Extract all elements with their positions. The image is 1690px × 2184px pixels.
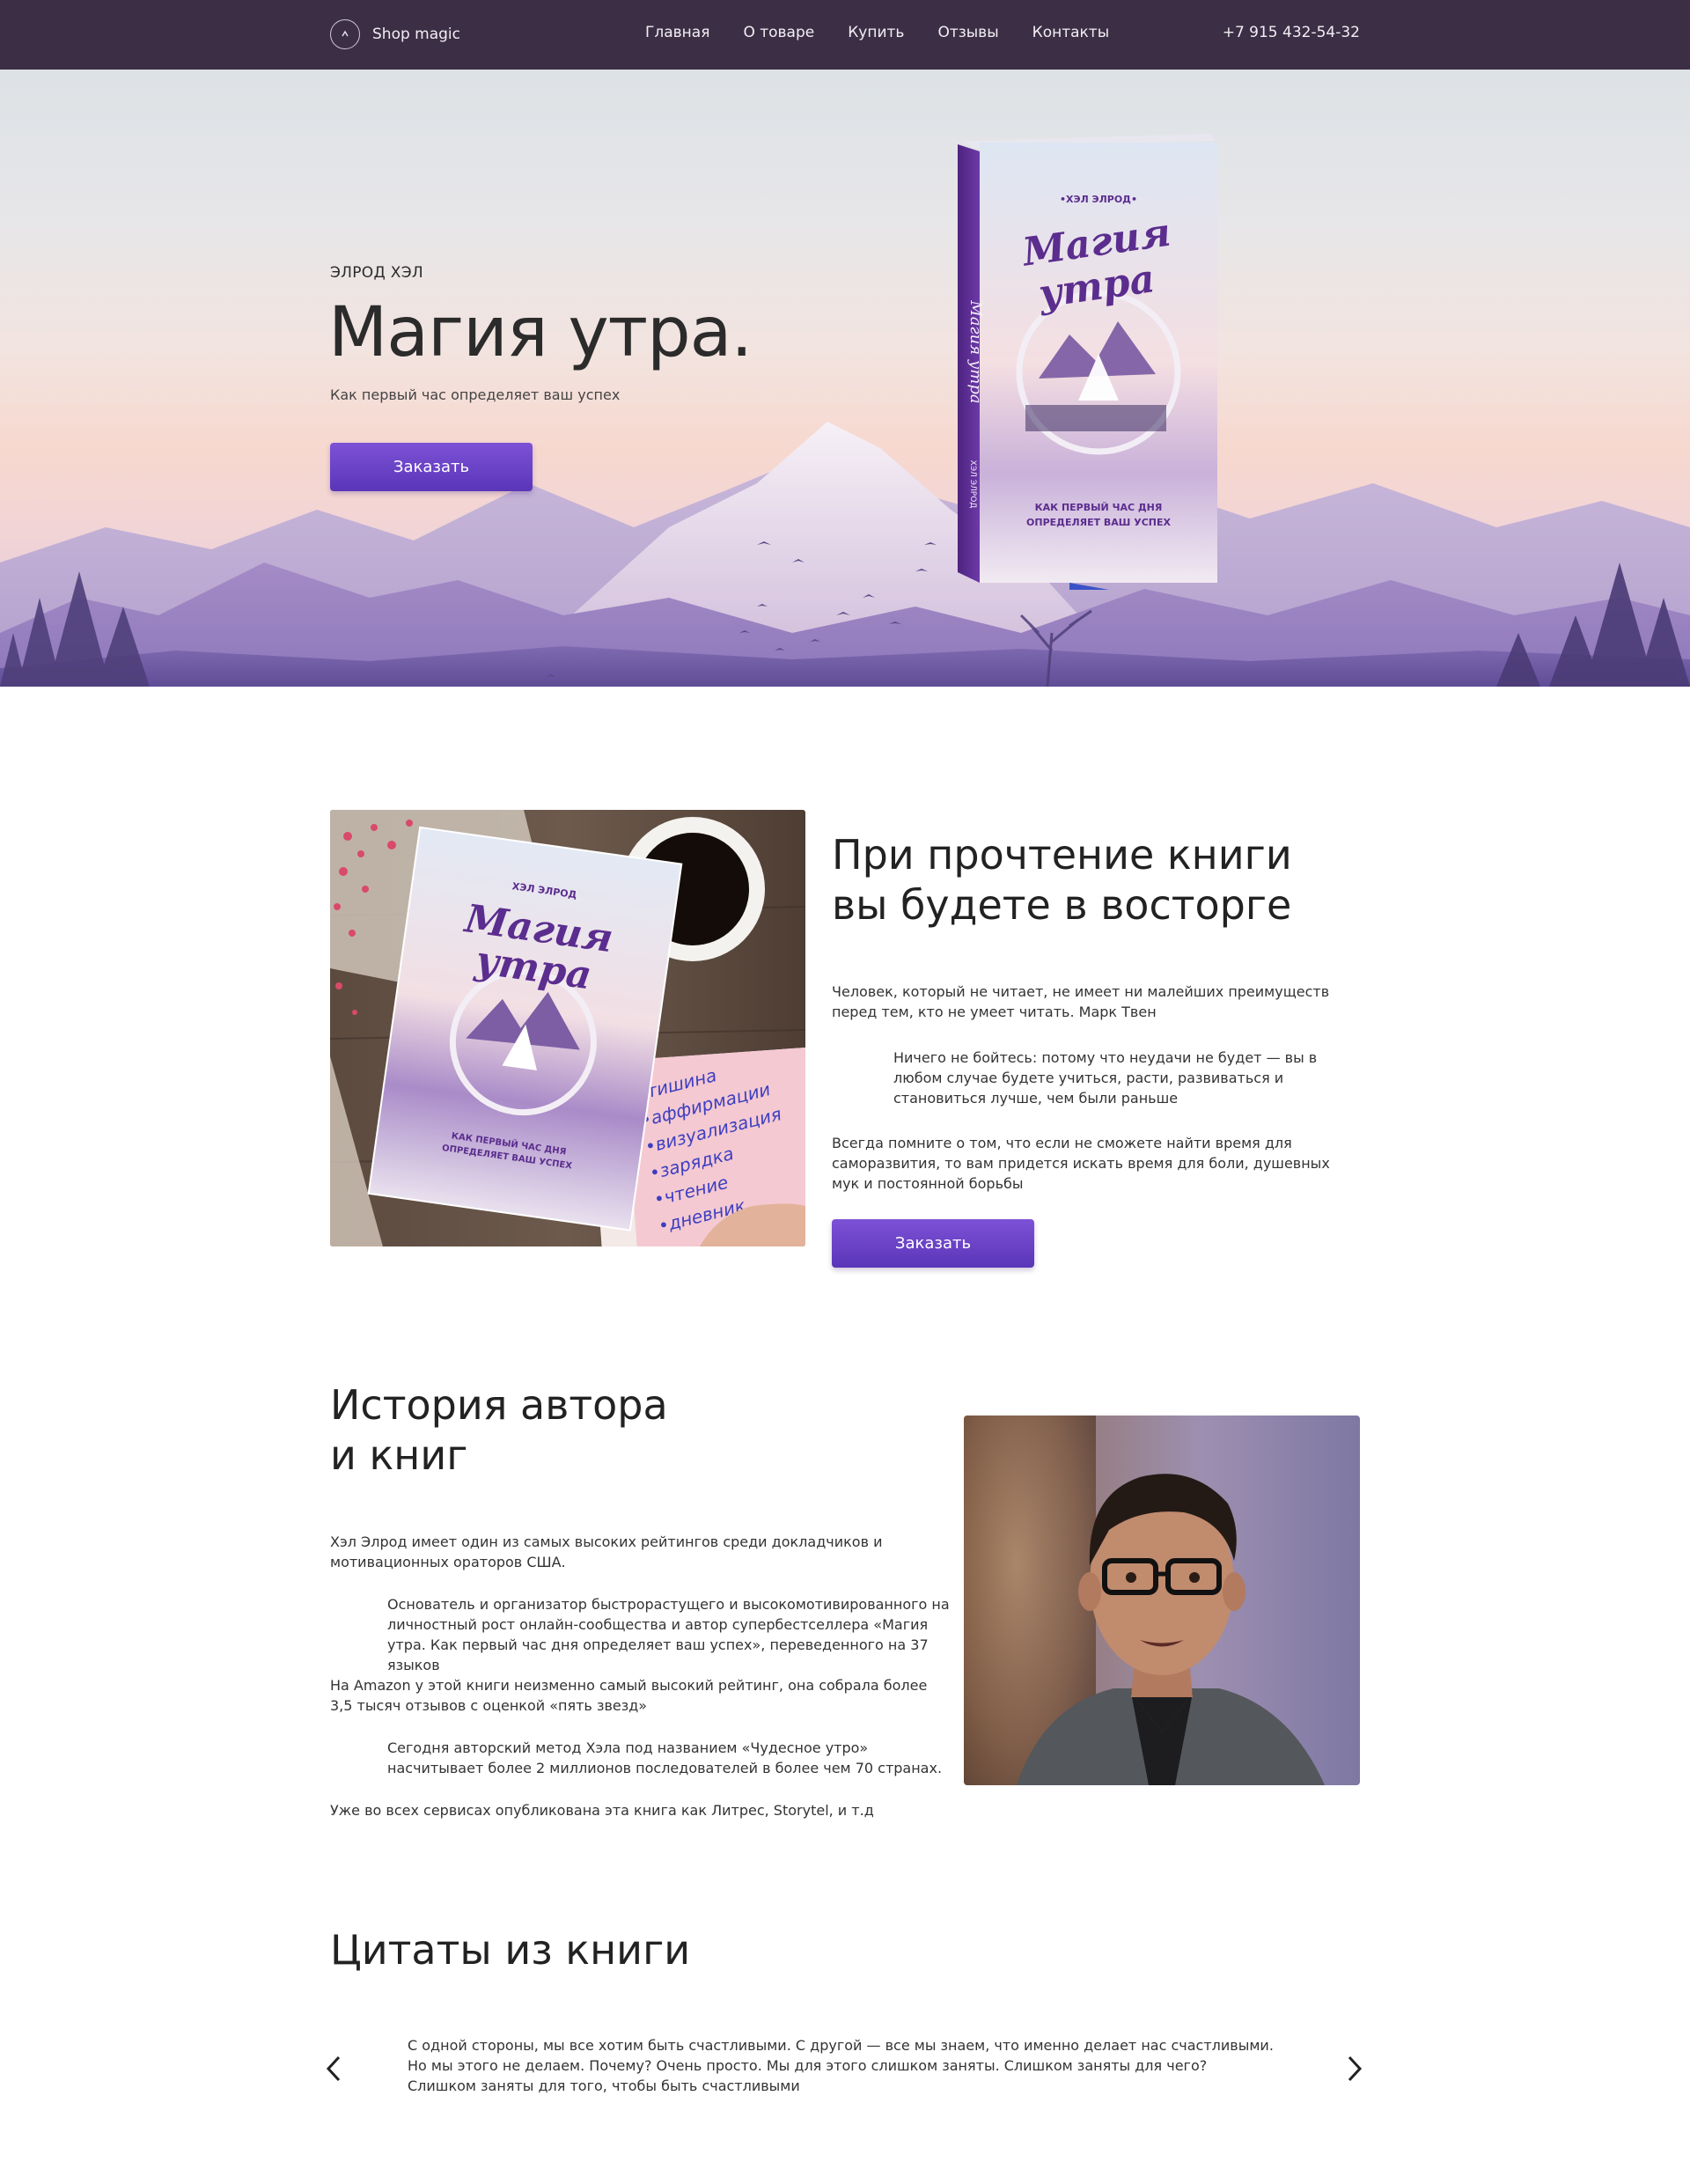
book-cover-author: •ХЭЛ ЭЛРОД•: [1060, 194, 1137, 205]
author-paragraph-4: Сегодня авторский метод Хэла под названи…: [387, 1739, 943, 1776]
hero-order-button[interactable]: Заказать: [330, 443, 533, 491]
hero-book-image: •ХЭЛ ЭЛРОД• Магия утра КАК ПЕРВЫЙ ЧАС ДН…: [958, 134, 1217, 590]
hero-subtitle: Как первый час определяет ваш успех: [330, 386, 621, 403]
hero-section: ЭЛРОД ХЭЛ Магия утра. Как первый час опр…: [0, 70, 1690, 687]
author-paragraph-3: На Amazon у этой книги неизменно самый в…: [330, 1677, 928, 1714]
nav-item-buy[interactable]: Купить: [848, 24, 904, 41]
hero-mountains-illustration: [0, 422, 1690, 687]
author-title-line2: и книг: [330, 1431, 468, 1479]
about-title-line2: вы будете в восторге: [832, 881, 1292, 929]
author-portrait-photo: [964, 1416, 1360, 1785]
main-nav: Главная О товаре Купить Отзывы Контакты: [645, 24, 1109, 41]
quotes-prev-button[interactable]: [321, 2051, 346, 2086]
nav-item-reviews[interactable]: Отзывы: [937, 24, 998, 41]
book-cover-tagline-1: КАК ПЕРВЫЙ ЧАС ДНЯ: [1035, 502, 1163, 513]
about-paragraph-3: Всегда помните о том, что если не сможет…: [832, 1135, 1330, 1192]
quotes-title: Цитаты из книги: [330, 1926, 691, 1974]
logo-icon: [330, 19, 360, 49]
logo[interactable]: Shop magic: [330, 19, 460, 49]
author-title-line1: История автора: [330, 1381, 668, 1429]
about-title: При прочтение книги вы будете в восторге: [832, 830, 1292, 930]
nav-item-about[interactable]: О товаре: [743, 24, 814, 41]
chevron-left-icon: [326, 2055, 341, 2082]
author-paragraph-2: Основатель и организатор быстрорастущего…: [387, 1596, 950, 1673]
quote-text: С одной стороны, мы все хотим быть счаст…: [408, 2037, 1274, 2094]
about-title-line1: При прочтение книги: [832, 831, 1292, 879]
phone-number[interactable]: +7 915 432-54-32: [1223, 24, 1360, 41]
author-paragraph-5: Уже во всех сервисах опубликована эта кн…: [330, 1802, 874, 1819]
nav-item-contacts[interactable]: Контакты: [1032, 24, 1110, 41]
about-order-button[interactable]: Заказать: [832, 1219, 1034, 1268]
author-title: История автора и книг: [330, 1380, 668, 1481]
book-on-table-photo: •тишина •аффирмации •визуализация •заряд…: [330, 810, 805, 1246]
book-cover-tagline-2: ОПРЕДЕЛЯЕТ ВАШ УСПЕХ: [1026, 517, 1171, 528]
about-paragraph-2: Ничего не бойтесь: потому что неудачи не…: [893, 1049, 1318, 1107]
author-paragraph-1: Хэл Элрод имеет один из самых высоких ре…: [330, 1533, 883, 1570]
site-header: Shop magic Главная О товаре Купить Отзыв…: [0, 0, 1690, 70]
hero-author: ЭЛРОД ХЭЛ: [330, 264, 423, 282]
book-spine-author: ХЭЛ ЭЛРОД: [968, 460, 977, 509]
hero-title: Магия утра.: [328, 293, 753, 372]
book-spine-title: Магия утра: [966, 299, 985, 403]
quotes-next-button[interactable]: [1342, 2051, 1367, 2086]
about-paragraph-1: Человек, который не читает, не имеет ни …: [832, 983, 1330, 1020]
nav-item-home[interactable]: Главная: [645, 24, 709, 41]
logo-text: Shop magic: [372, 26, 460, 43]
chevron-right-icon: [1348, 2055, 1363, 2082]
